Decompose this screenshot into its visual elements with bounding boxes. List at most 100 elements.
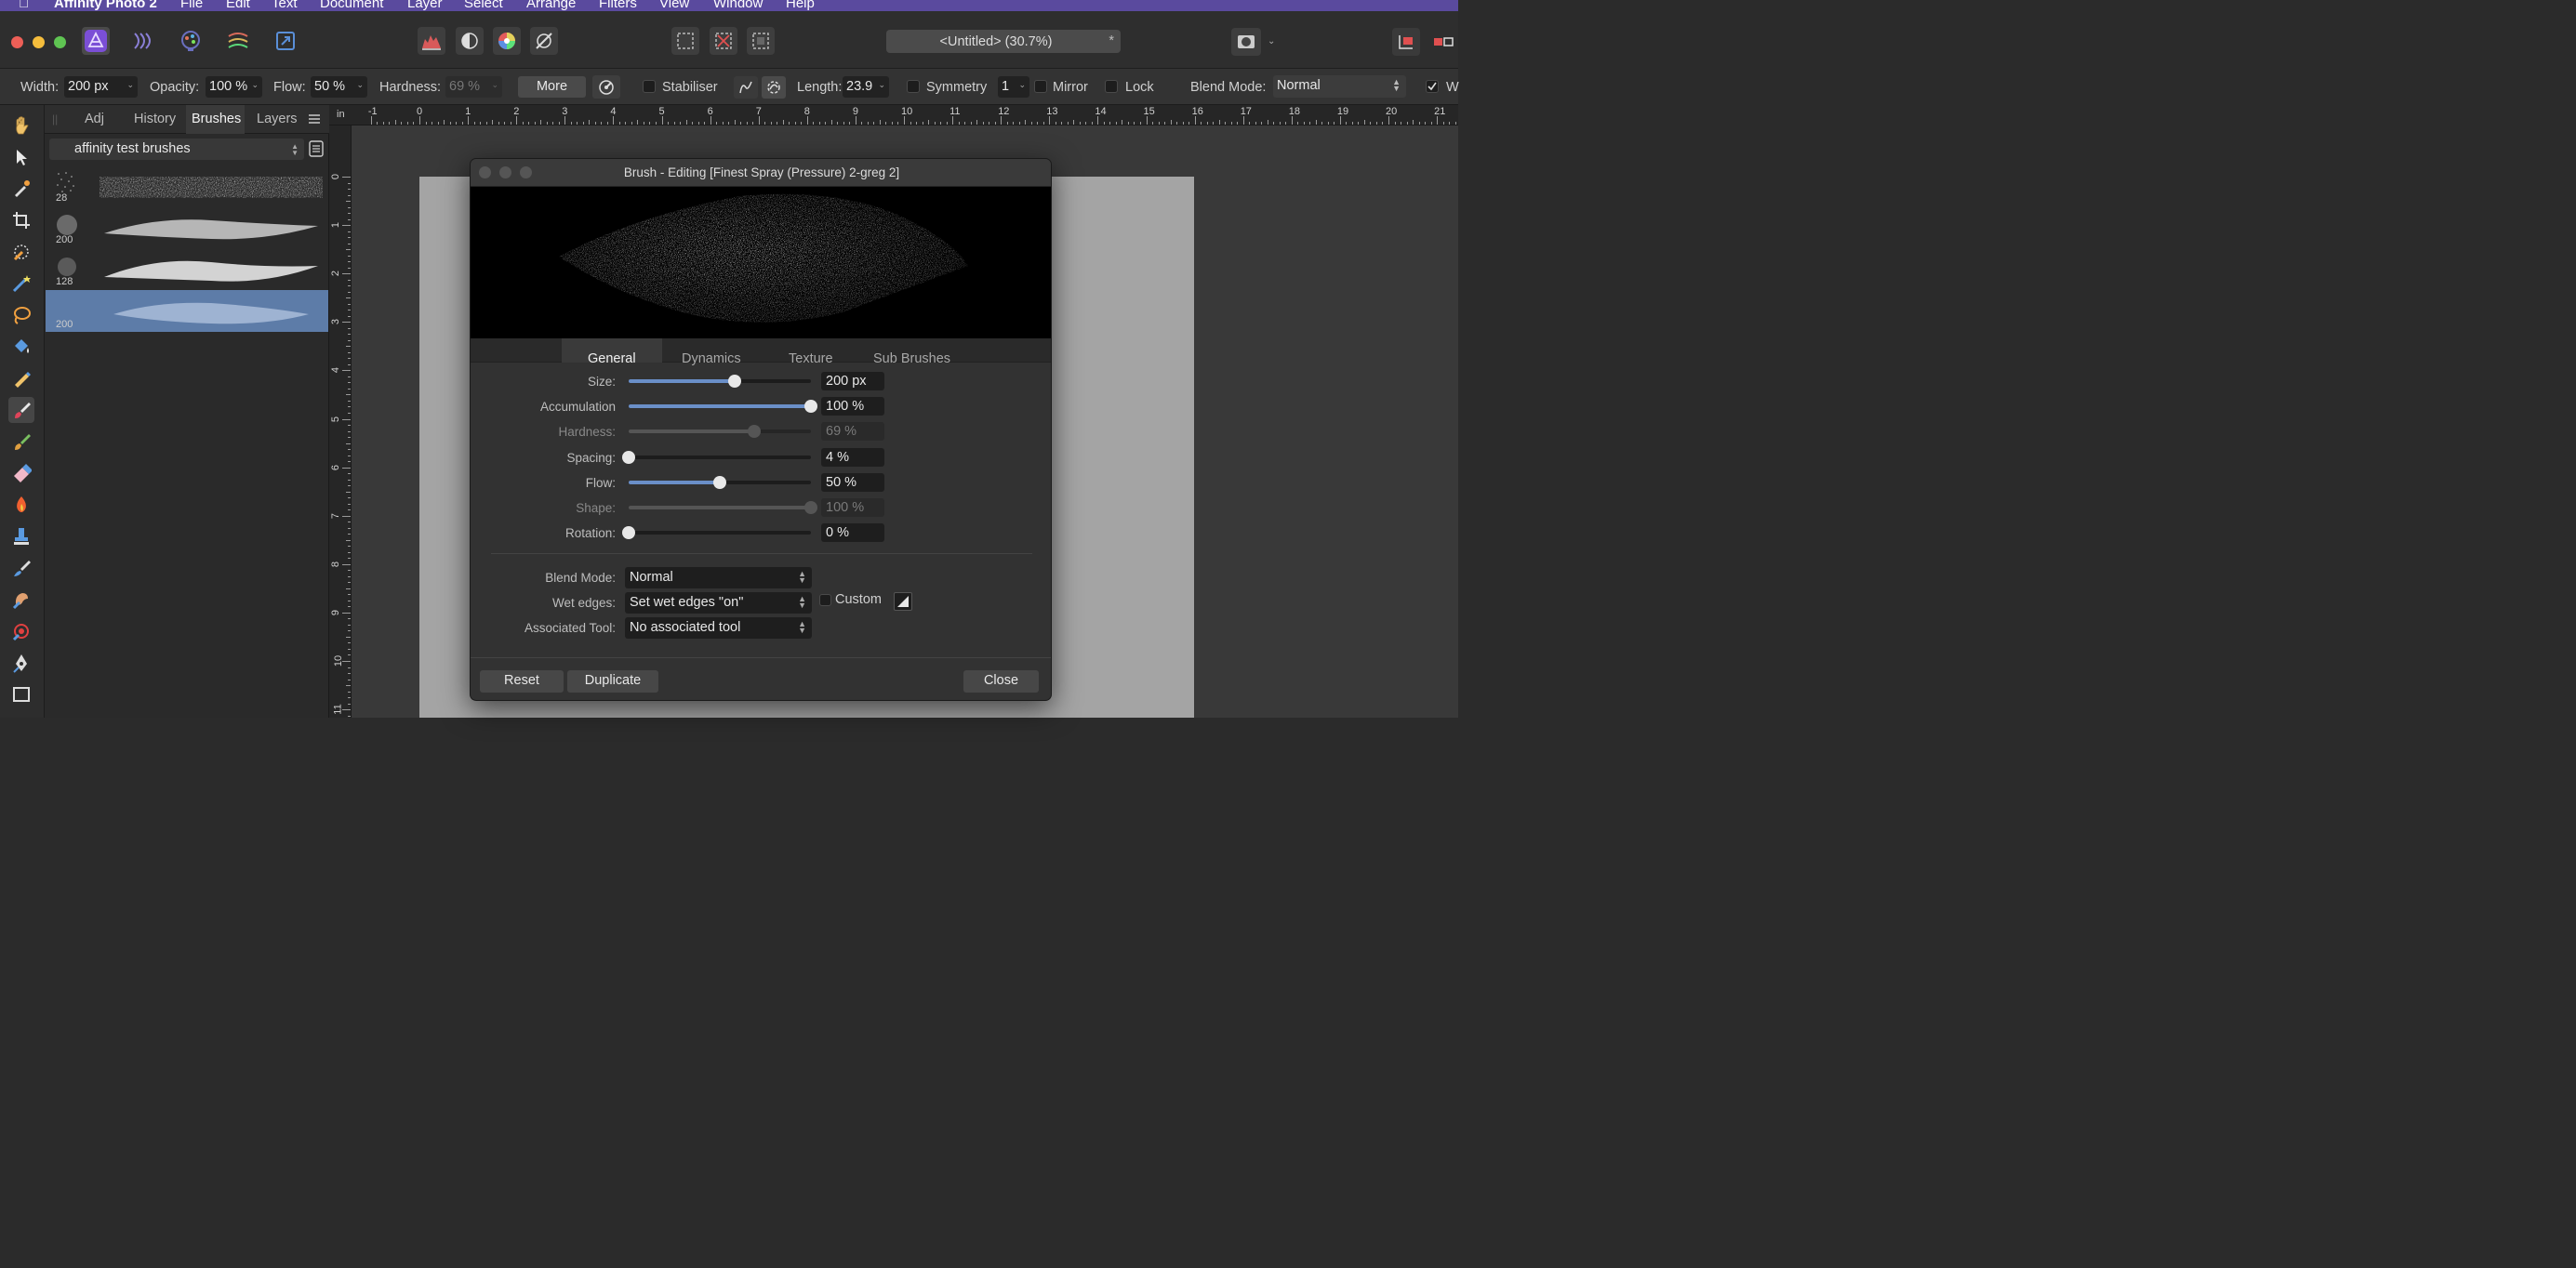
- snapping-button[interactable]: [1392, 28, 1420, 56]
- fill-tool[interactable]: [8, 334, 34, 360]
- symmetry-dropdown-icon[interactable]: ⌄: [1018, 80, 1026, 90]
- zoom-window-button[interactable]: [54, 36, 66, 48]
- window-mode-button[interactable]: [762, 76, 786, 99]
- menu-arrange[interactable]: Arrange: [526, 0, 576, 11]
- crop-tool[interactable]: [8, 207, 34, 233]
- document-tab[interactable]: <Untitled> (30.7%) *: [886, 30, 1121, 53]
- color-replacement-tool[interactable]: [8, 429, 34, 455]
- selection-brush-tool[interactable]: [8, 239, 34, 265]
- tab-general[interactable]: General: [588, 351, 636, 366]
- brush-item[interactable]: 128: [46, 247, 328, 289]
- opacity-field[interactable]: 100 % ⌄: [206, 76, 262, 98]
- auto-contrast-button[interactable]: [456, 27, 484, 55]
- develop-persona-button[interactable]: [177, 27, 205, 55]
- quick-mask-dropdown-icon[interactable]: ⌄: [1268, 36, 1275, 46]
- size-value-field[interactable]: 200 px: [821, 372, 884, 390]
- spacing-value-field[interactable]: 4 %: [821, 447, 884, 467]
- menu-select[interactable]: Select: [464, 0, 503, 11]
- slider-knob[interactable]: [727, 375, 741, 388]
- healing-tool[interactable]: [8, 587, 34, 613]
- select-all-button[interactable]: [671, 27, 699, 55]
- tab-dynamics[interactable]: Dynamics: [682, 351, 741, 366]
- red-eye-tool[interactable]: [8, 618, 34, 644]
- dialog-blend-mode-select[interactable]: Normal ▲ ▼: [625, 567, 812, 588]
- auto-white-balance-button[interactable]: [530, 27, 558, 55]
- clone-tool[interactable]: [8, 523, 34, 549]
- paint-brush-tool[interactable]: [8, 397, 34, 423]
- blend-mode-select[interactable]: Normal ▲ ▼: [1273, 75, 1406, 98]
- auto-colors-button[interactable]: [493, 27, 521, 55]
- lock-checkbox[interactable]: [1105, 80, 1118, 93]
- rotation-slider[interactable]: [622, 526, 811, 540]
- liquify-persona-button[interactable]: [128, 27, 156, 55]
- smudge-tool[interactable]: [8, 555, 34, 581]
- rotation-value-field[interactable]: 0 %: [821, 523, 884, 543]
- brush-panel-menu-icon[interactable]: [309, 140, 324, 157]
- menu-window[interactable]: Window: [713, 0, 763, 11]
- shape-slider[interactable]: [629, 501, 817, 514]
- shape-value-field[interactable]: 100 %: [821, 498, 884, 517]
- flow-field[interactable]: 50 % ⌄: [311, 76, 367, 98]
- brush-category-select[interactable]: affinity test brushes ▲ ▼: [49, 139, 304, 160]
- accumulation-value-field[interactable]: 100 %: [821, 397, 884, 416]
- accumulation-slider[interactable]: [629, 400, 817, 414]
- close-button[interactable]: Close: [963, 670, 1039, 693]
- opacity-dropdown-icon[interactable]: ⌄: [251, 80, 259, 90]
- more-button[interactable]: More: [518, 76, 586, 98]
- mirror-checkbox[interactable]: [1034, 80, 1047, 93]
- symmetry-checkbox[interactable]: [907, 80, 920, 93]
- width-dropdown-icon[interactable]: ⌄: [126, 80, 134, 90]
- dodge-tool[interactable]: [8, 492, 34, 518]
- color-picker-tool[interactable]: [8, 176, 34, 202]
- freehand-selection-tool[interactable]: [8, 302, 34, 328]
- slider-knob[interactable]: [748, 425, 762, 439]
- panel-menu-icon[interactable]: [308, 113, 321, 125]
- deselect-button[interactable]: [710, 27, 737, 55]
- hardness-field[interactable]: 69 % ⌄: [445, 76, 502, 98]
- wrap-checkbox[interactable]: [1426, 80, 1439, 93]
- hardness-dropdown-icon[interactable]: ⌄: [491, 80, 498, 90]
- menu-help[interactable]: Help: [786, 0, 815, 11]
- apple-menu-icon[interactable]: : [19, 0, 29, 11]
- pixel-tool[interactable]: [8, 365, 34, 391]
- menu-document[interactable]: Document: [320, 0, 383, 11]
- tab-brushes[interactable]: Brushes: [192, 112, 241, 126]
- close-window-button[interactable]: [11, 36, 23, 48]
- reset-button[interactable]: Reset: [480, 670, 564, 693]
- levels-adjustment-button[interactable]: [418, 27, 445, 55]
- wet-edges-curve-button[interactable]: [894, 592, 912, 611]
- brush-item[interactable]: 200: [46, 205, 328, 247]
- hardness-slider[interactable]: [629, 425, 811, 439]
- slider-knob[interactable]: [713, 475, 726, 489]
- hand-tool[interactable]: [8, 112, 34, 139]
- menu-file[interactable]: File: [180, 0, 203, 11]
- flow-slider[interactable]: [629, 475, 811, 489]
- slider-knob[interactable]: [804, 400, 817, 414]
- associated-tool-select[interactable]: No associated tool ▲ ▼: [625, 617, 812, 639]
- menu-text[interactable]: Text: [272, 0, 298, 11]
- move-tool[interactable]: [8, 144, 34, 170]
- menu-view[interactable]: View: [659, 0, 689, 11]
- stabiliser-checkbox[interactable]: [643, 80, 656, 93]
- tab-layers[interactable]: Layers: [257, 112, 298, 126]
- tab-adjustments[interactable]: Adj: [85, 112, 104, 126]
- tab-history[interactable]: History: [134, 112, 176, 126]
- brush-item-selected[interactable]: 200: [46, 290, 328, 332]
- length-dropdown-icon[interactable]: ⌄: [878, 80, 885, 90]
- app-menu[interactable]: Affinity Photo 2: [54, 0, 157, 11]
- width-field[interactable]: 200 px ⌄: [64, 76, 138, 98]
- spacing-slider[interactable]: [622, 450, 811, 464]
- hardness-value-field[interactable]: 69 %: [821, 422, 884, 442]
- export-persona-button[interactable]: [272, 27, 299, 55]
- minimize-window-button[interactable]: [33, 36, 45, 48]
- tab-texture[interactable]: Texture: [789, 351, 833, 366]
- menu-layer[interactable]: Layer: [407, 0, 443, 11]
- pen-tool[interactable]: [8, 650, 34, 676]
- wet-edges-select[interactable]: Set wet edges "on" ▲ ▼: [625, 592, 812, 614]
- force-pressure-button[interactable]: [592, 75, 620, 99]
- slider-knob[interactable]: [804, 501, 817, 514]
- flood-select-tool[interactable]: [8, 271, 34, 297]
- duplicate-button[interactable]: Duplicate: [567, 670, 658, 693]
- tab-sub-brushes[interactable]: Sub Brushes: [873, 351, 950, 366]
- rectangle-tool[interactable]: [8, 681, 34, 707]
